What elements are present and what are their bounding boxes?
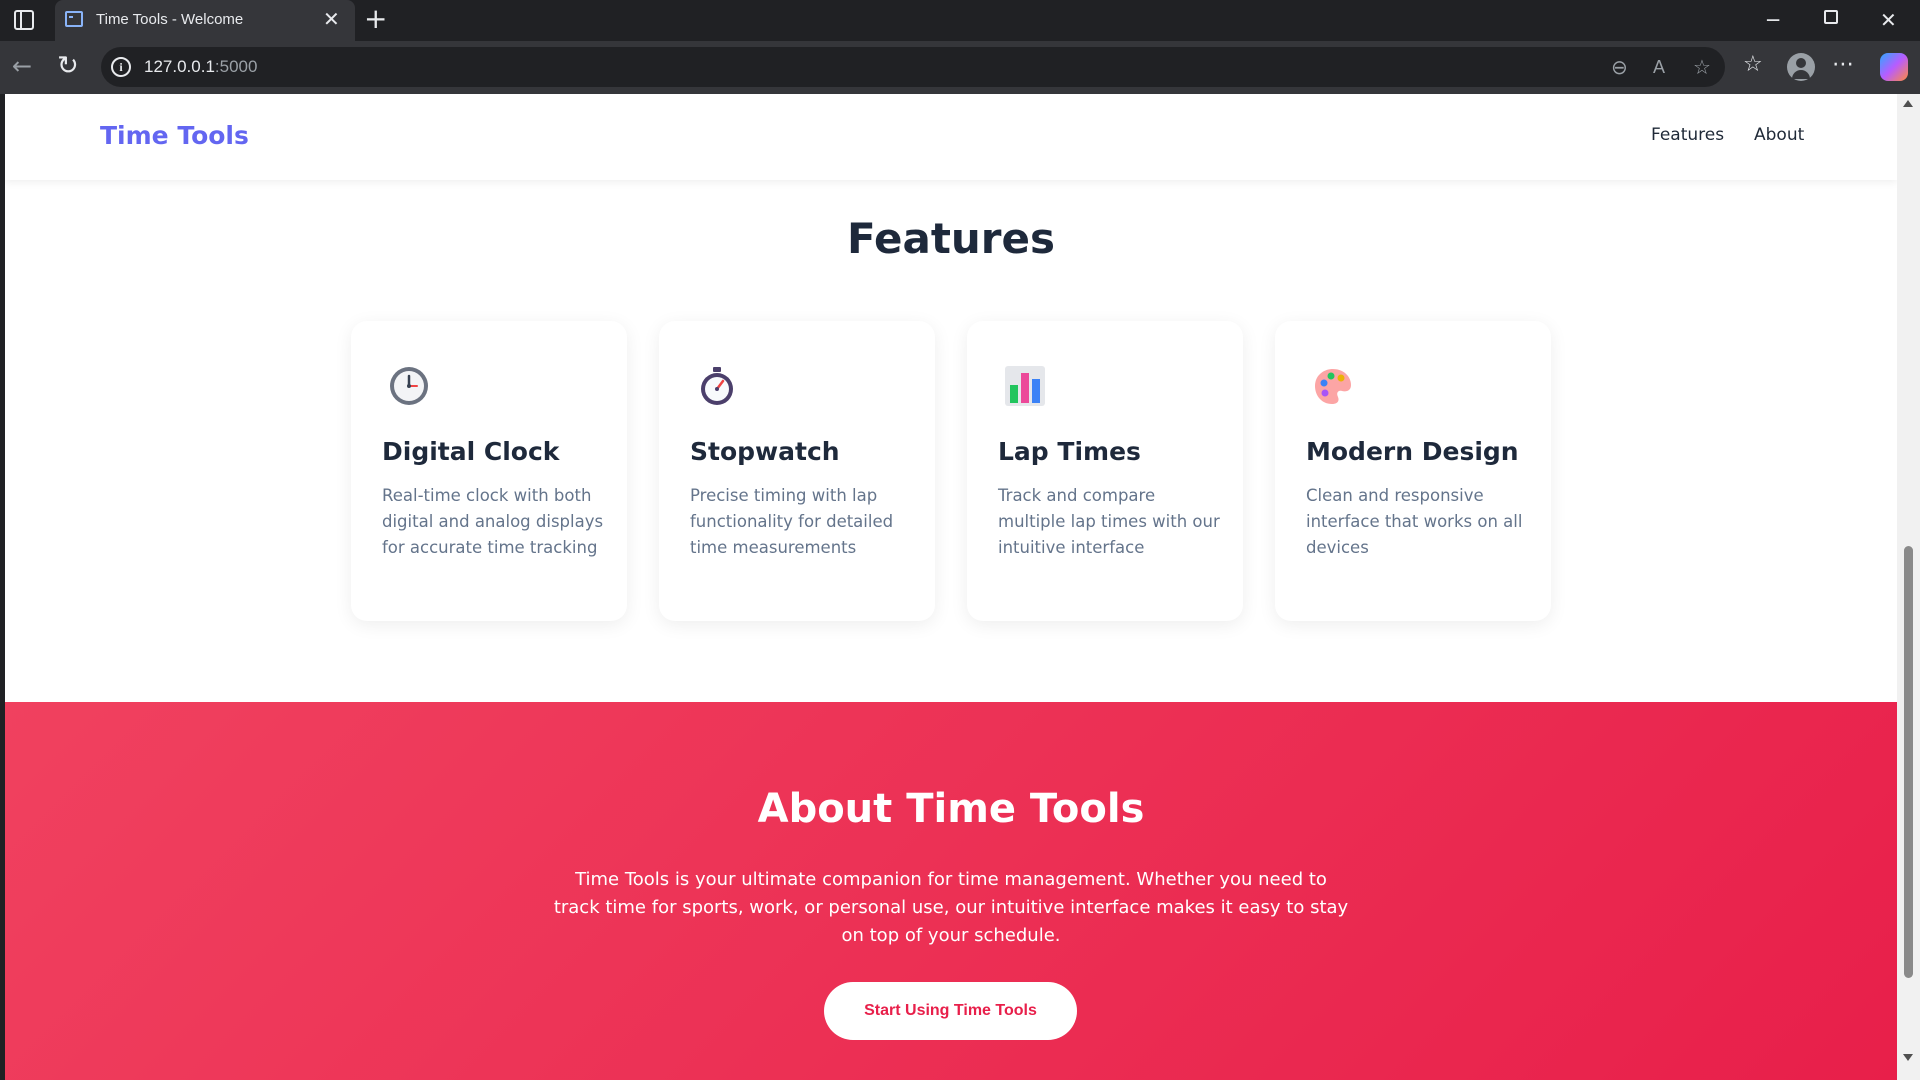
site-logo[interactable]: Time Tools xyxy=(100,121,249,150)
url-text[interactable]: 127.0.0.1:5000 xyxy=(144,57,257,77)
feature-card-description: Track and compare multiple lap times wit… xyxy=(998,486,1220,557)
tab-title: Time Tools - Welcome xyxy=(96,11,244,28)
bar-chart-icon xyxy=(1005,366,1045,406)
feature-card-title: Stopwatch xyxy=(690,437,840,466)
profile-avatar-icon[interactable] xyxy=(1787,53,1815,81)
page-viewport: Time Tools Features About Features Digit… xyxy=(5,94,1897,1080)
about-description: Time Tools is your ultimate companion fo… xyxy=(553,869,1349,946)
nav-link-about[interactable]: About xyxy=(1754,125,1804,145)
restore-icon[interactable] xyxy=(1824,10,1838,24)
zoom-out-icon[interactable]: ⊖ xyxy=(1611,55,1628,79)
page-scrollbar[interactable] xyxy=(1897,94,1920,1080)
scroll-down-arrow-icon[interactable] xyxy=(1903,1054,1913,1061)
close-tab-icon[interactable]: ✕ xyxy=(323,7,340,31)
nav-link-features[interactable]: Features xyxy=(1651,125,1724,145)
copilot-icon[interactable] xyxy=(1880,53,1908,81)
palette-icon xyxy=(1315,369,1351,404)
feature-card-title: Lap Times xyxy=(998,437,1141,466)
clock-icon xyxy=(390,367,428,405)
about-section: About Time Tools Time Tools is your ulti… xyxy=(5,702,1897,1080)
tab-actions-icon[interactable] xyxy=(14,10,34,30)
site-info-icon[interactable]: i xyxy=(111,57,131,77)
url-host: 127.0.0.1 xyxy=(144,57,215,76)
stopwatch-icon xyxy=(701,367,733,405)
favorites-icon[interactable]: ☆ xyxy=(1743,51,1763,79)
feature-card-description: Clean and responsive interface that work… xyxy=(1306,486,1523,557)
new-tab-icon[interactable]: + xyxy=(364,3,387,35)
feature-card-digital-clock: Digital Clock Real-time clock with both … xyxy=(351,321,627,621)
back-arrow-icon[interactable]: ← xyxy=(12,53,32,79)
feature-card-modern-design: Modern Design Clean and responsive inter… xyxy=(1275,321,1551,621)
feature-card-description: Real-time clock with both digital and an… xyxy=(382,486,604,557)
browser-tab[interactable]: Time Tools - Welcome ✕ xyxy=(55,0,355,41)
scroll-up-arrow-icon[interactable] xyxy=(1903,100,1913,107)
about-heading: About Time Tools xyxy=(757,786,1145,832)
reload-icon[interactable]: ↻ xyxy=(57,51,79,81)
site-header: Time Tools Features About xyxy=(5,94,1897,180)
minimize-icon[interactable]: ─ xyxy=(1767,6,1779,34)
browser-toolbar: ← ↻ i 127.0.0.1:5000 ⊖ A ☆ ☆ ⋯ xyxy=(0,41,1920,94)
window-close-icon[interactable]: ✕ xyxy=(1880,6,1897,34)
favorite-star-icon[interactable]: ☆ xyxy=(1693,55,1711,79)
browser-tab-bar: Time Tools - Welcome ✕ + ─ ✕ xyxy=(0,0,1920,41)
start-using-button[interactable]: Start Using Time Tools xyxy=(824,982,1077,1040)
features-heading: Features xyxy=(847,214,1055,263)
scrollbar-thumb[interactable] xyxy=(1904,546,1913,978)
address-bar[interactable]: i 127.0.0.1:5000 ⊖ A ☆ xyxy=(101,47,1725,87)
read-aloud-icon[interactable]: A xyxy=(1653,55,1665,79)
feature-card-lap-times: Lap Times Track and compare multiple lap… xyxy=(967,321,1243,621)
url-port: :5000 xyxy=(214,57,258,76)
feature-card-stopwatch: Stopwatch Precise timing with lap functi… xyxy=(659,321,935,621)
feature-card-description: Precise timing with lap functionality fo… xyxy=(690,486,894,557)
terminal-icon xyxy=(65,11,83,27)
more-options-icon[interactable]: ⋯ xyxy=(1832,51,1854,79)
feature-card-title: Modern Design xyxy=(1306,437,1519,466)
feature-card-title: Digital Clock xyxy=(382,437,560,466)
